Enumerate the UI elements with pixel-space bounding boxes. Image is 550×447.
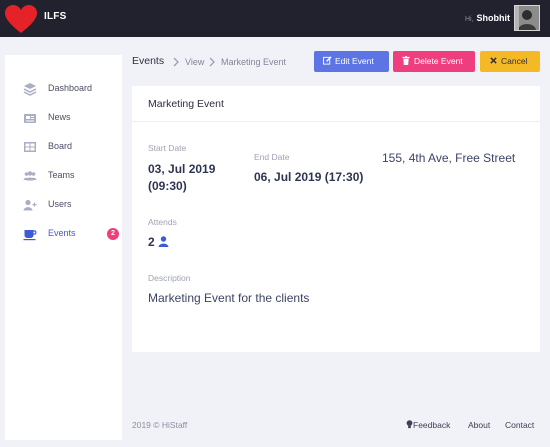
- sidebar-item-label: News: [48, 112, 71, 122]
- sidebar-item-users[interactable]: Users: [5, 193, 122, 217]
- sidebar-item-label: Dashboard: [48, 83, 93, 93]
- edit-icon: [322, 51, 332, 72]
- layers-icon: [23, 83, 37, 96]
- cancel-label: Cancel: [501, 56, 528, 66]
- delete-event-button[interactable]: Delete Event: [393, 51, 475, 72]
- start-time-value: (09:30): [148, 179, 187, 193]
- about-link[interactable]: About: [468, 420, 490, 430]
- card-header: Marketing Event: [132, 86, 540, 122]
- breadcrumb-current: Marketing Event: [221, 57, 287, 67]
- trash-icon: [401, 51, 411, 72]
- cancel-button[interactable]: Cancel: [480, 51, 540, 72]
- sidebar: Dashboard News Board Teams Users Events …: [5, 55, 122, 440]
- avatar-photo-icon: [515, 6, 539, 30]
- end-date-value: 06, Jul 2019 (17:30): [254, 170, 364, 184]
- attends-count: 2: [148, 235, 155, 249]
- close-icon: [488, 51, 498, 72]
- sidebar-item-teams[interactable]: Teams: [5, 164, 122, 188]
- board-grid-icon: [24, 142, 36, 152]
- user-name: Shobhit: [476, 13, 511, 23]
- feedback-link-label: Feedback: [413, 420, 451, 430]
- sidebar-item-label: Users: [48, 199, 72, 209]
- sidebar-item-news[interactable]: News: [5, 106, 122, 130]
- sidebar-item-board[interactable]: Board: [5, 135, 122, 159]
- sidebar-item-dashboard[interactable]: Dashboard: [5, 77, 122, 101]
- user-greeting[interactable]: Hi, Shobhit: [465, 13, 510, 23]
- edit-event-button[interactable]: Edit Event: [314, 51, 389, 72]
- attends-label: Attends: [148, 217, 177, 227]
- footer-copyright: 2019 © HiStaff: [132, 420, 188, 430]
- sidebar-item-events[interactable]: Events 2: [5, 222, 122, 246]
- events-count-badge: 2: [107, 228, 119, 240]
- chevron-right-icon: [209, 57, 215, 67]
- greeting-prefix: Hi,: [464, 16, 474, 23]
- breadcrumb-view[interactable]: View: [185, 57, 204, 67]
- avatar[interactable]: [514, 5, 540, 31]
- edit-event-label: Edit Event: [335, 56, 374, 66]
- event-detail-card: Marketing Event Start Date 03, Jul 2019 …: [132, 86, 540, 352]
- teams-icon: [23, 171, 37, 181]
- delete-event-label: Delete Event: [414, 56, 463, 66]
- coffee-cup-icon: [23, 230, 37, 241]
- sidebar-item-label: Teams: [48, 170, 75, 180]
- sidebar-item-label: Events: [48, 228, 76, 238]
- user-plus-icon: [23, 199, 37, 211]
- user-icon: [158, 236, 169, 247]
- event-description: Marketing Event for the clients: [148, 291, 310, 305]
- start-date-value: 03, Jul 2019: [148, 162, 216, 176]
- lightbulb-icon: [406, 420, 413, 429]
- app-name[interactable]: ILFS: [44, 11, 66, 22]
- event-location: 155, 4th Ave, Free Street: [382, 151, 516, 165]
- top-navbar: ILFS Hi, Shobhit: [0, 0, 550, 37]
- start-date-label: Start Date: [148, 143, 187, 153]
- end-date-label: End Date: [254, 152, 290, 162]
- heart-logo-icon[interactable]: [5, 5, 37, 34]
- description-label: Description: [148, 273, 191, 283]
- chevron-right-icon: [173, 57, 179, 67]
- sidebar-item-label: Board: [48, 141, 73, 151]
- event-title: Marketing Event: [148, 98, 224, 110]
- feedback-link[interactable]: Feedback: [406, 420, 450, 430]
- newspaper-icon: [24, 114, 36, 123]
- breadcrumb-events[interactable]: Events: [132, 55, 164, 67]
- contact-link[interactable]: Contact: [505, 420, 534, 430]
